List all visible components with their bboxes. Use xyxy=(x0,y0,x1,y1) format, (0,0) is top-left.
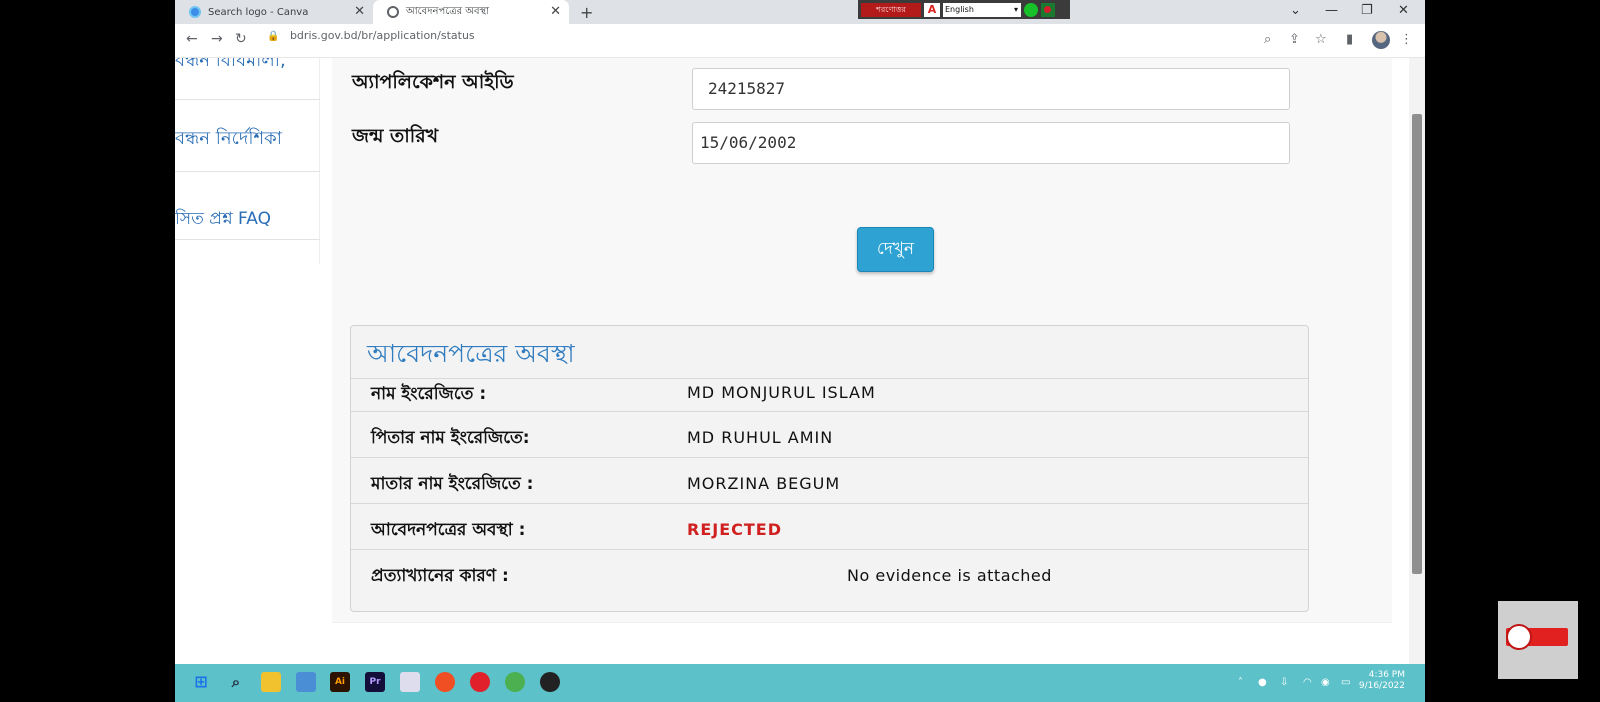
avro-icon[interactable]: A xyxy=(924,2,940,17)
sidebar: বন্ধন বিধিমালা, বন্ধন নির্দেশিকা সিত প্র… xyxy=(175,58,320,264)
clock-time: 4:36 PM xyxy=(1368,670,1405,680)
logo-badge-icon xyxy=(1506,624,1568,650)
table-row: প্রত্যাখ্যানের কারণ : No evidence is att… xyxy=(351,549,1308,611)
profile-avatar[interactable] xyxy=(1372,31,1390,49)
status-badge: REJECTED xyxy=(687,520,782,539)
browser-window: Search logo - Canva ✕ আবেদনপত্রের অবস্থা… xyxy=(175,0,1425,702)
status-title: আবেদনপত্রের অবস্থা xyxy=(367,339,575,368)
tab-application-status[interactable]: আবেদনপত্রের অবস্থা ✕ xyxy=(373,0,569,24)
windows-taskbar: ⊞ ⌕ Ai Pr ˄ ● ⇩ ◠ ◉ ▭ 4:36 PM 9/16/2022 xyxy=(175,664,1425,702)
table-row: পিতার নাম ইংরেজিতে: MD RUHUL AMIN xyxy=(351,411,1308,457)
sidebar-item-rules[interactable]: বন্ধন বিধিমালা, xyxy=(175,58,320,100)
tab-title: Search logo - Canva xyxy=(208,6,309,18)
chrome-alt-icon[interactable] xyxy=(505,672,525,692)
globe-icon xyxy=(387,6,399,18)
extension-label[interactable]: শরণোত্তর xyxy=(861,2,921,17)
menu-kebab-icon[interactable]: ⋮ xyxy=(1400,32,1413,47)
lock-icon: 🔒 xyxy=(267,31,280,42)
row-label: আবেদনপত্রের অবস্থা : xyxy=(371,520,526,540)
close-icon[interactable]: ✕ xyxy=(354,5,365,19)
status-form-panel: অ্যাপলিকেশন আইডি 24215827 জন্ম তারিখ 15/… xyxy=(332,58,1392,623)
rejection-reason: No evidence is attached xyxy=(847,566,1052,585)
page-scrollbar[interactable] xyxy=(1409,58,1425,664)
row-value: MD RUHUL AMIN xyxy=(687,428,834,447)
row-value: MD MONJURUL ISLAM xyxy=(687,383,876,402)
url-text: bdris.gov.bd/br/application/status xyxy=(289,29,475,42)
volume-icon[interactable]: ◉ xyxy=(1321,677,1330,688)
scrollbar-thumb[interactable] xyxy=(1412,114,1422,574)
sidebar-item-label: বন্ধন নির্দেশিকা xyxy=(175,128,282,149)
application-id-label: অ্যাপলিকেশন আইডি xyxy=(352,71,514,93)
language-select[interactable]: English xyxy=(943,2,1021,17)
close-window-icon[interactable]: ✕ xyxy=(1398,3,1409,18)
tab-bar: Search logo - Canva ✕ আবেদনপত্রের অবস্থা… xyxy=(175,0,1425,24)
chevron-down-icon[interactable]: ⌄ xyxy=(1290,3,1301,18)
chrome-icon[interactable] xyxy=(435,672,455,692)
tray-usb-icon[interactable]: ⇩ xyxy=(1280,677,1288,688)
page-content: বন্ধন বিধিমালা, বন্ধন নির্দেশিকা সিত প্র… xyxy=(175,58,1409,664)
row-label: প্রত্যাখ্যানের কারণ : xyxy=(371,566,509,586)
canva-icon xyxy=(189,6,201,18)
row-value: MORZINA BEGUM xyxy=(687,474,841,493)
illustrator-icon[interactable]: Ai xyxy=(330,672,350,692)
dob-input[interactable]: 15/06/2002 xyxy=(692,122,1290,164)
bangladesh-flag-icon[interactable] xyxy=(1041,2,1055,17)
row-label: নাম ইংরেজিতে : xyxy=(371,384,487,404)
back-icon[interactable]: ← xyxy=(186,31,198,47)
url-field[interactable]: 🔒 bdris.gov.bd/br/application/status xyxy=(267,29,475,42)
windows-start-icon[interactable]: ⊞ xyxy=(191,672,211,692)
sidebar-item-label: বন্ধন বিধিমালা, xyxy=(175,58,286,71)
table-row: নাম ইংরেজিতে : MD MONJURUL ISLAM xyxy=(351,378,1308,411)
table-row: আবেদনপত্রের অবস্থা : REJECTED xyxy=(351,503,1308,549)
share-icon[interactable]: ⇪ xyxy=(1289,32,1300,47)
zoom-icon[interactable]: ⌕ xyxy=(1264,32,1271,47)
restore-icon[interactable]: ❐ xyxy=(1361,3,1373,18)
file-explorer-icon[interactable] xyxy=(261,672,281,692)
forward-icon[interactable]: → xyxy=(211,31,223,47)
tab-canva[interactable]: Search logo - Canva ✕ xyxy=(175,0,373,24)
view-button[interactable]: দেখুন xyxy=(857,227,934,272)
clock[interactable]: 4:36 PM 9/16/2022 xyxy=(1345,670,1405,692)
new-tab-icon[interactable]: + xyxy=(580,3,593,22)
photos-icon[interactable] xyxy=(296,672,316,692)
extension-strip: শরণোত্তর A English xyxy=(858,0,1070,19)
minimize-icon[interactable]: — xyxy=(1325,3,1338,18)
row-label: পিতার নাম ইংরেজিতে: xyxy=(371,428,530,448)
tray-chevron-icon[interactable]: ˄ xyxy=(1238,677,1243,688)
bookmark-star-icon[interactable]: ☆ xyxy=(1315,32,1327,47)
application-id-input[interactable]: 24215827 xyxy=(692,68,1290,110)
webcam-overlay xyxy=(1498,601,1578,679)
tab-title: আবেদনপত্রের অবস্থা xyxy=(406,5,490,17)
close-icon[interactable]: ✕ xyxy=(550,5,561,19)
tray-app-icon[interactable]: ● xyxy=(1258,677,1267,688)
app-icon-2[interactable] xyxy=(540,672,560,692)
status-dot-icon[interactable] xyxy=(1024,2,1038,17)
application-status-box: আবেদনপত্রের অবস্থা নাম ইংরেজিতে : MD MON… xyxy=(350,325,1309,612)
app-icon[interactable] xyxy=(400,672,420,692)
table-row: মাতার নাম ইংরেজিতে : MORZINA BEGUM xyxy=(351,457,1308,503)
reload-icon[interactable]: ↻ xyxy=(235,31,247,47)
search-icon[interactable]: ⌕ xyxy=(226,672,246,692)
clock-date: 9/16/2022 xyxy=(1358,681,1405,691)
premiere-icon[interactable]: Pr xyxy=(365,672,385,692)
wifi-icon[interactable]: ◠ xyxy=(1303,677,1312,688)
sidebar-item-guide[interactable]: বন্ধন নির্দেশিকা xyxy=(175,118,320,172)
row-label: মাতার নাম ইংরেজিতে : xyxy=(371,474,534,494)
sidebar-item-faq[interactable]: সিত প্রশ্ন FAQ xyxy=(175,198,320,240)
address-bar: ← → ↻ 🔒 bdris.gov.bd/br/application/stat… xyxy=(175,24,1425,58)
dob-label: জন্ম তারিখ xyxy=(352,125,439,147)
side-panel-icon[interactable]: ▮ xyxy=(1346,32,1353,47)
opera-icon[interactable] xyxy=(470,672,490,692)
sidebar-item-label: সিত প্রশ্ন FAQ xyxy=(175,209,271,229)
